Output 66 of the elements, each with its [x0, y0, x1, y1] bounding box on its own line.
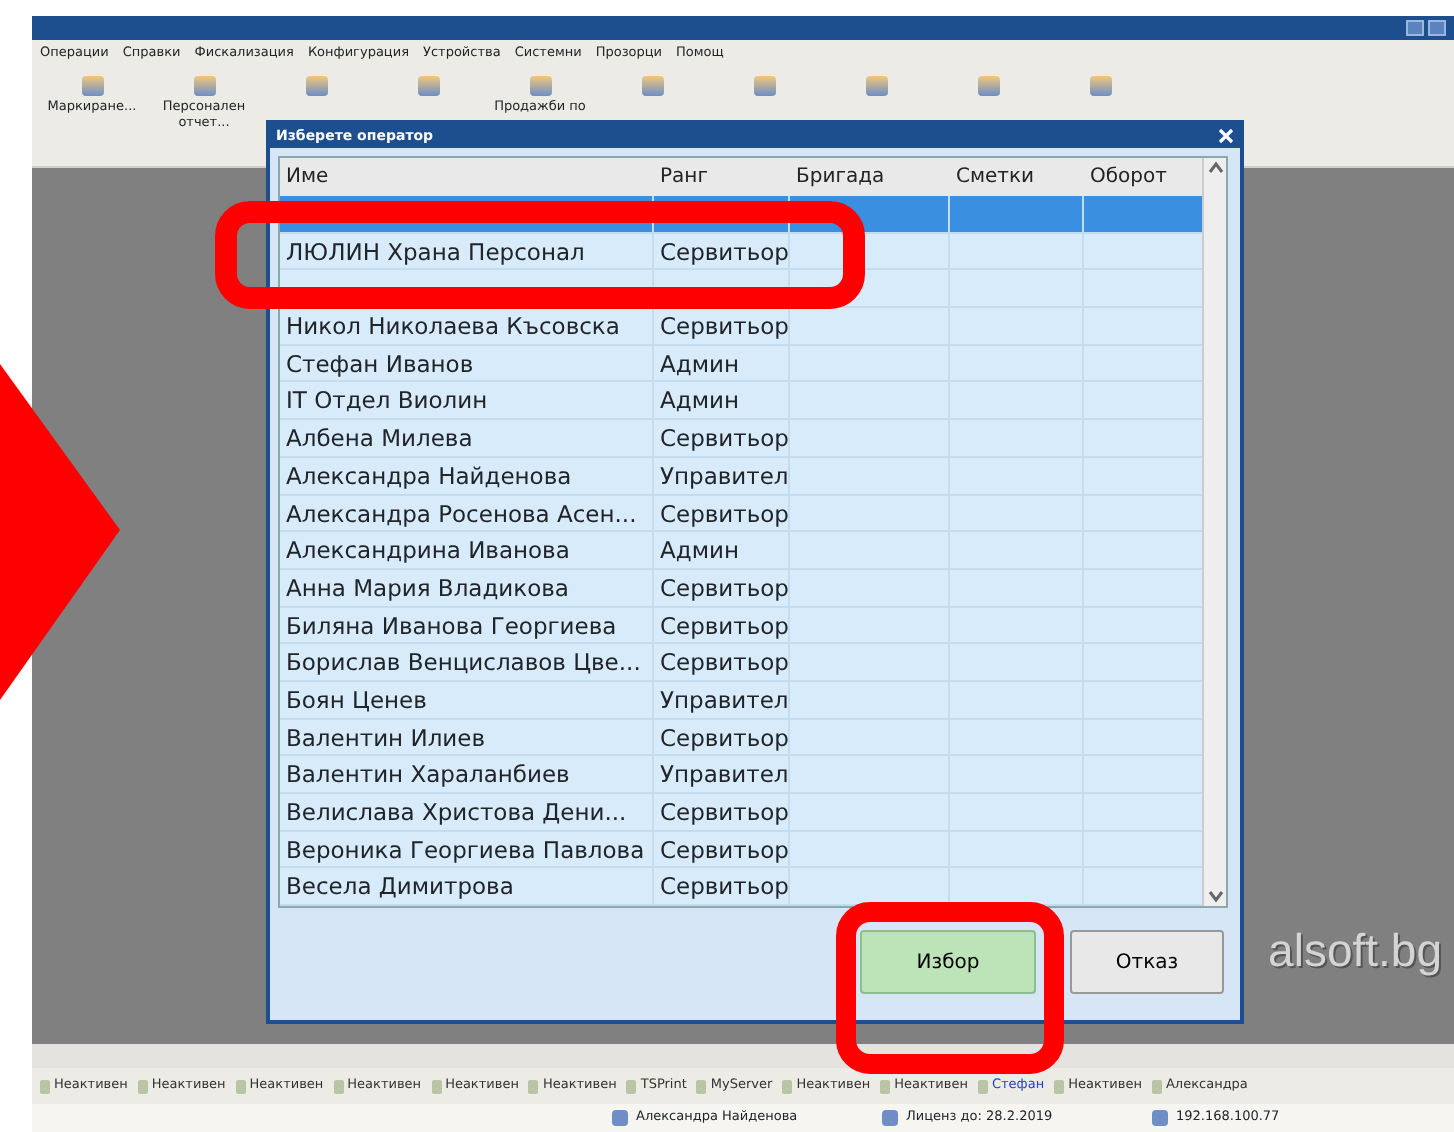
table-cell: Боян Ценев: [280, 681, 654, 718]
column-header[interactable]: Ранг: [654, 162, 790, 192]
table-row[interactable]: Боян Ценев Управител: [280, 681, 1202, 720]
scrollbar[interactable]: [1202, 158, 1226, 906]
table-cell: Борислав Венциславов Цве...: [280, 644, 654, 681]
status-icon: [1152, 1110, 1168, 1126]
cancel-button[interactable]: Отказ: [1070, 930, 1224, 994]
close-icon[interactable]: [1218, 128, 1234, 144]
toolbar-icon[interactable]: [753, 76, 775, 96]
column-header[interactable]: Сметки: [950, 162, 1084, 192]
table-row[interactable]: Албена Милева Сервитьор: [280, 420, 1202, 458]
table-cell: Александра Найденова: [280, 457, 654, 494]
maximize-button[interactable]: [1428, 20, 1446, 36]
table-row[interactable]: Стефан Иванов Админ: [280, 345, 1202, 383]
table-cell: Сервитьор: [654, 308, 790, 345]
table-cell: Никол Николаева Късовска: [280, 308, 654, 345]
table-row[interactable]: Александрина Иванова Админ: [280, 532, 1202, 570]
toolbar-icon[interactable]: [417, 76, 439, 96]
table-row[interactable]: Александра Росенова Асен... Сервитьор: [280, 495, 1202, 533]
table-cell: Анна Мария Владикова: [280, 569, 654, 606]
table-cell: Албена Милева: [280, 420, 654, 457]
column-header[interactable]: Оборот: [1084, 162, 1202, 192]
table-cell: Велислава Христова Дени...: [280, 794, 654, 830]
toolbar-icon[interactable]: [977, 76, 999, 96]
table-row[interactable]: Никол Николаева Късовска Сервитьор: [280, 308, 1202, 346]
table-row[interactable]: IT Отдел Виолин Админ: [280, 382, 1202, 421]
toolbar-icon[interactable]: [81, 76, 103, 96]
table-row[interactable]: Вероника Георгиева Павлова Сервитьор: [280, 831, 1202, 869]
table-row[interactable]: Биляна Иванова Георгиева Сервитьор: [280, 607, 1202, 645]
status-icon: [882, 1110, 898, 1126]
toolbar-icon[interactable]: [865, 76, 887, 96]
table-cell: Админ: [654, 382, 790, 419]
table-cell: Управител: [654, 681, 790, 718]
select-button[interactable]: Избор: [860, 930, 1036, 994]
column-header[interactable]: Бригада: [790, 162, 950, 192]
table-cell: Сервитьор: [654, 868, 790, 905]
table-cell: Весела Димитрова: [280, 868, 654, 905]
table-row[interactable]: Борислав Венциславов Цве... Сервитьор: [280, 644, 1202, 682]
scroll-up-icon[interactable]: [1205, 158, 1225, 178]
table-cell: Сервитьор: [654, 794, 790, 830]
table-row[interactable]: Весела Димитрова Сервитьор: [280, 868, 1202, 906]
table-row[interactable]: Валентин Хараланбиев Управител: [280, 756, 1202, 794]
table-cell: Админ: [654, 532, 790, 569]
background-logo: alsoft.bg: [1268, 921, 1442, 980]
toolbar-icon[interactable]: [193, 76, 215, 96]
table-cell: Управител: [654, 457, 790, 494]
table-cell: Сервитьор: [654, 644, 790, 681]
table-row[interactable]: ЛЮЛИН Храна Персонал Сервитьор: [280, 233, 1202, 271]
table-row[interactable]: Анна Мария Владикова Сервитьор: [280, 569, 1202, 608]
toolbar-icon[interactable]: [641, 76, 663, 96]
column-header[interactable]: Име: [280, 162, 654, 192]
table-cell: Александрина Иванова: [280, 532, 654, 569]
toolbar-icon[interactable]: [529, 76, 551, 96]
table-cell: Сервитьор: [654, 420, 790, 457]
status-icon: [612, 1110, 628, 1126]
scroll-down-icon[interactable]: [1205, 886, 1225, 906]
table-cell: Сервитьор: [654, 569, 790, 606]
table-cell: Валентин Хараланбиев: [280, 756, 654, 793]
table-cell: Управител: [654, 756, 790, 793]
table-cell: IT Отдел Виолин: [280, 382, 654, 419]
table-row[interactable]: Велислава Христова Дени... Сервитьор: [280, 794, 1202, 832]
toolbar-icon[interactable]: [305, 76, 327, 96]
table-row[interactable]: Александра Найденова Управител: [280, 457, 1202, 495]
toolbar-icon[interactable]: [1089, 76, 1111, 96]
table-row[interactable]: Валентин Илиев Сервитьор: [280, 719, 1202, 757]
minimize-button[interactable]: [1406, 20, 1424, 36]
